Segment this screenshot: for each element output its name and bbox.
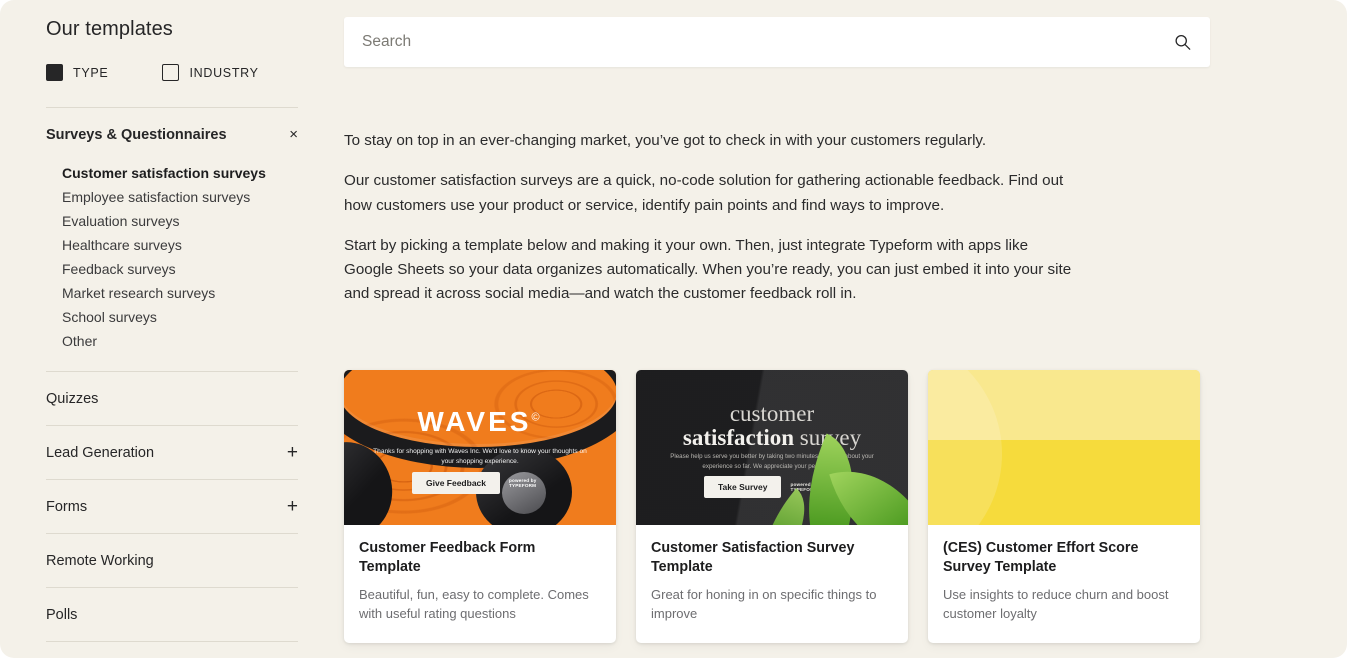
templates-page: Our templates TYPE INDUSTRY Surveys & Qu… <box>0 0 1347 658</box>
sidebar-item-employee-satisfaction-surveys[interactable]: Employee satisfaction surveys <box>46 185 298 209</box>
thumb-brandmark: powered by TYPEFORM <box>509 478 537 488</box>
filter-type[interactable]: TYPE <box>46 64 108 81</box>
sidebar-section-label: Remote Working <box>46 552 154 569</box>
sidebar-section-quizzes[interactable]: Quizzes <box>46 372 298 425</box>
sidebar-section-forms[interactable]: Forms + <box>46 480 298 533</box>
filter-type-label: TYPE <box>73 65 109 80</box>
filter-industry[interactable]: INDUSTRY <box>162 64 258 81</box>
sidebar-item-customer-satisfaction-surveys[interactable]: Customer satisfaction surveys <box>46 161 298 185</box>
template-thumbnail-satisfaction: customer satisfaction survey Please help… <box>636 370 908 525</box>
search-input[interactable] <box>344 17 1210 67</box>
card-body: Customer Feedback Form Template Beautifu… <box>344 525 616 643</box>
expand-icon[interactable]: + <box>287 497 298 516</box>
sidebar: Our templates TYPE INDUSTRY Surveys & Qu… <box>0 0 330 658</box>
card-description: Use insights to reduce churn and boost c… <box>943 587 1169 621</box>
give-feedback-button[interactable]: Give Feedback <box>412 472 501 494</box>
thumb-cta-group: Give Feedback powered by TYPEFORM <box>412 472 548 494</box>
sidebar-item-other[interactable]: Other <box>46 329 298 353</box>
sidebar-section-lead-generation[interactable]: Lead Generation + <box>46 426 298 479</box>
sidebar-section-label: Surveys & Questionnaires <box>46 126 227 143</box>
intro-paragraph-1: To stay on top in an ever-changing marke… <box>344 132 987 149</box>
template-card[interactable]: (CES) Customer Effort Score Survey Templ… <box>928 370 1200 643</box>
card-body: (CES) Customer Effort Score Survey Templ… <box>928 525 1200 643</box>
thumb-subtext: Thanks for shopping with Waves Inc. We’d… <box>373 448 587 465</box>
checkbox-type-icon[interactable] <box>46 64 63 81</box>
search-icon[interactable] <box>1174 34 1191 51</box>
expand-icon[interactable]: + <box>287 443 298 462</box>
template-card[interactable]: WAVES© Thanks for shopping with Waves In… <box>344 370 616 643</box>
sidebar-section-label: Quizzes <box>46 390 99 407</box>
template-thumbnail-waves: WAVES© Thanks for shopping with Waves In… <box>344 370 616 525</box>
copyright-icon: © <box>531 411 543 424</box>
template-card-grid: WAVES© Thanks for shopping with Waves In… <box>344 370 1204 643</box>
sidebar-section-label: Polls <box>46 606 78 623</box>
card-title: Customer Satisfaction Survey Template <box>651 540 855 575</box>
sidebar-item-feedback-surveys[interactable]: Feedback surveys <box>46 257 298 281</box>
thumb-subtext: Please help us serve you better by takin… <box>670 453 874 470</box>
card-title: (CES) Customer Effort Score Survey Templ… <box>943 540 1139 575</box>
sidebar-item-market-research-surveys[interactable]: Market research surveys <box>46 281 298 305</box>
thumb-heading-line1: customer <box>729 401 815 426</box>
sidebar-section-featured[interactable]: Featured + <box>46 642 298 658</box>
search-bar[interactable] <box>344 17 1210 67</box>
thumb-wordmark: WAVES© <box>344 406 616 438</box>
card-description: Beautiful, fun, easy to complete. Comes … <box>359 587 589 621</box>
page-title: Our templates <box>46 18 173 40</box>
intro-copy: To stay on top in an ever-changing marke… <box>344 129 1210 307</box>
sidebar-section-label: Lead Generation <box>46 444 155 461</box>
template-card[interactable]: customer satisfaction survey Please help… <box>636 370 908 643</box>
sidebar-section-label: Forms <box>46 498 88 515</box>
card-body: Customer Satisfaction Survey Template Gr… <box>636 525 908 643</box>
sidebar-section-polls[interactable]: Polls <box>46 588 298 641</box>
sidebar-section-surveys-questionnaires[interactable]: Surveys & Questionnaires × <box>46 108 298 161</box>
sidebar-item-evaluation-surveys[interactable]: Evaluation surveys <box>46 209 298 233</box>
intro-paragraph-2: Our customer satisfaction surveys are a … <box>344 172 1064 214</box>
thumb-wordmark-text: WAVES <box>417 406 532 437</box>
card-title: Customer Feedback Form Template <box>359 540 536 575</box>
template-thumbnail-ces <box>928 370 1200 525</box>
take-survey-button[interactable]: Take Survey <box>704 476 782 498</box>
filter-toggle-group: TYPE INDUSTRY <box>46 64 298 81</box>
card-description: Great for honing in on specific things t… <box>651 587 877 621</box>
intro-paragraph-3: Start by picking a template below and ma… <box>344 236 1072 303</box>
close-icon[interactable]: × <box>289 127 298 142</box>
thumb-heading: customer satisfaction survey <box>636 402 908 450</box>
sidebar-section-remote-working[interactable]: Remote Working <box>46 534 298 587</box>
filter-industry-label: INDUSTRY <box>189 65 259 80</box>
sidebar-item-school-surveys[interactable]: School surveys <box>46 305 298 329</box>
checkbox-industry-icon[interactable] <box>162 64 180 81</box>
thumb-heading-bold: satisfaction <box>682 425 795 450</box>
sidebar-subitem-list: Customer satisfaction surveys Employee s… <box>46 161 298 371</box>
sidebar-item-healthcare-surveys[interactable]: Healthcare surveys <box>46 233 298 257</box>
